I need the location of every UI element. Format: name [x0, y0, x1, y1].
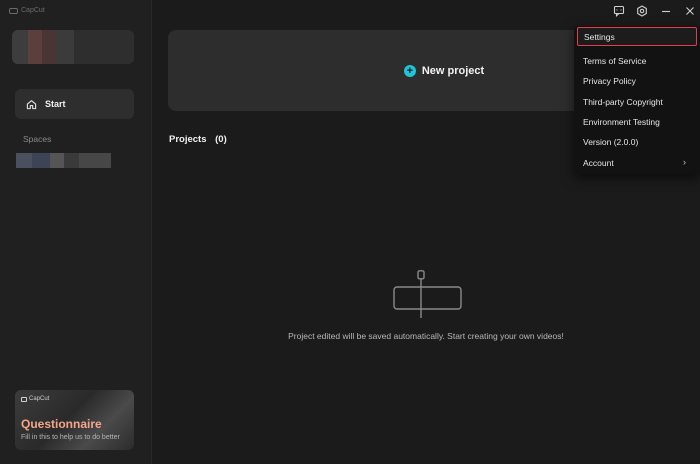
- empty-projects-icon: [393, 270, 462, 318]
- menu-item-label: Third-party Copyright: [583, 96, 663, 107]
- profile-avatar[interactable]: [12, 30, 134, 64]
- sidebar: CapCut Start Spaces CapCut Questionnaire…: [0, 0, 152, 464]
- menu-item-account[interactable]: Account ›: [577, 153, 697, 172]
- minimize-icon[interactable]: [660, 5, 672, 17]
- sidebar-item-label: Start: [45, 99, 66, 109]
- spaces-heading: Spaces: [23, 134, 52, 144]
- new-project-label: New project: [421, 64, 485, 77]
- plus-icon: +: [403, 64, 416, 77]
- menu-item-label: Account: [583, 157, 614, 168]
- questionnaire-subtitle: Fill in this to help us to do better: [21, 434, 120, 441]
- questionnaire-title: Questionnaire: [21, 417, 102, 431]
- menu-item-label: Terms of Service: [583, 55, 647, 66]
- home-icon: [26, 99, 37, 109]
- questionnaire-brand: CapCut: [21, 396, 49, 402]
- sidebar-item-start[interactable]: Start: [15, 89, 134, 119]
- feedback-icon[interactable]: [613, 5, 625, 17]
- menu-item-label: Version (2.0.0): [583, 136, 639, 147]
- menu-item-version[interactable]: Version (2.0.0): [577, 132, 697, 151]
- menu-item-third-party-copyright[interactable]: Third-party Copyright: [577, 92, 697, 111]
- space-item[interactable]: [16, 153, 111, 168]
- menu-item-terms-of-service[interactable]: Terms of Service: [577, 51, 697, 70]
- close-icon[interactable]: [684, 5, 696, 17]
- menu-item-label: Environment Testing: [583, 116, 660, 127]
- projects-count: (0): [215, 134, 227, 145]
- app-title-text: CapCut: [21, 7, 45, 14]
- capcut-logo-icon: [21, 396, 27, 402]
- questionnaire-brand-text: CapCut: [29, 396, 50, 402]
- projects-heading: Projects (0): [169, 134, 227, 145]
- capcut-window: CapCut Start Spaces CapCut Questionnaire…: [0, 0, 700, 464]
- questionnaire-card[interactable]: CapCut Questionnaire Fill in this to hel…: [15, 390, 134, 450]
- capcut-logo-icon: [9, 7, 18, 14]
- new-project-button[interactable]: + New project: [168, 30, 600, 111]
- projects-title: Projects: [169, 134, 207, 145]
- menu-item-settings[interactable]: Settings: [577, 27, 697, 46]
- menu-item-privacy-policy[interactable]: Privacy Policy: [577, 71, 697, 90]
- app-title: CapCut: [9, 7, 45, 14]
- chevron-right-icon: ›: [683, 157, 686, 167]
- menu-item-label: Settings: [584, 31, 615, 42]
- empty-state-message: Project edited will be saved automatical…: [288, 331, 564, 341]
- settings-gear-icon[interactable]: [636, 5, 648, 17]
- menu-item-label: Privacy Policy: [583, 75, 636, 86]
- settings-dropdown-menu: Settings Terms of Service Privacy Policy…: [574, 26, 700, 174]
- menu-item-environment-testing[interactable]: Environment Testing: [577, 112, 697, 131]
